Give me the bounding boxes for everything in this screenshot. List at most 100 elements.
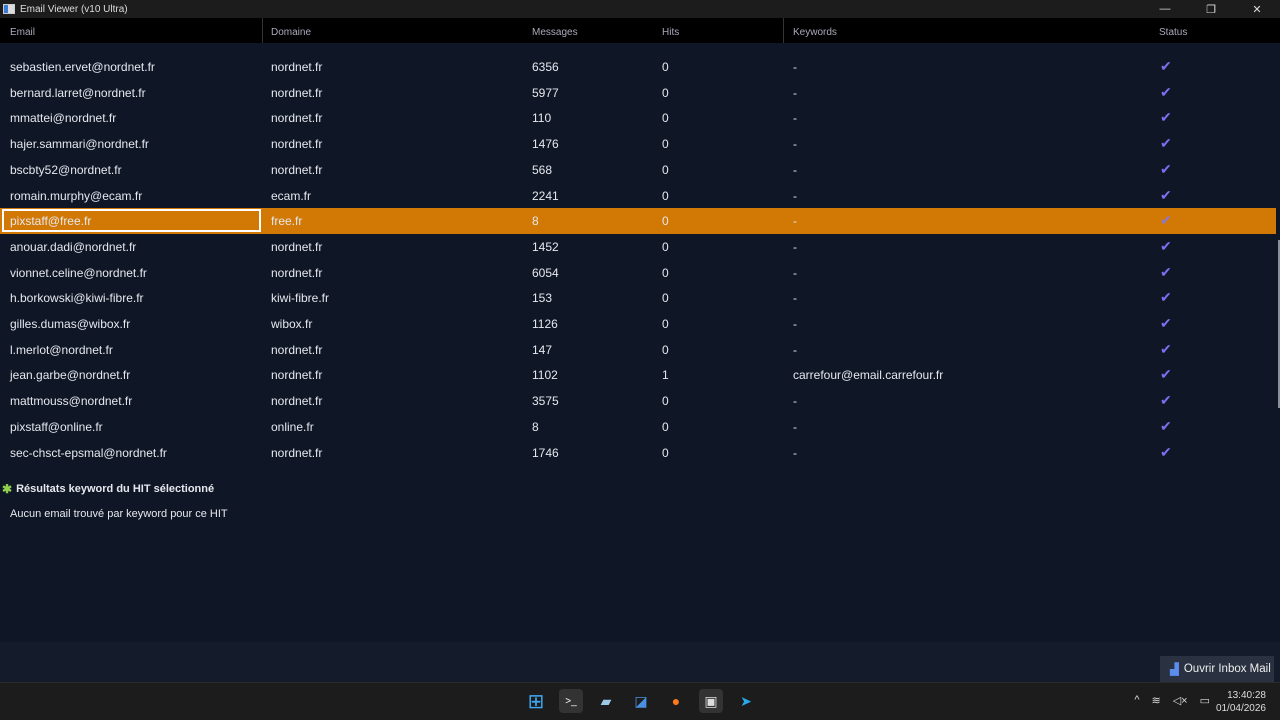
check-icon: ✔ xyxy=(1160,315,1172,331)
cell-keywords: - xyxy=(793,111,797,126)
column-divider[interactable] xyxy=(262,18,263,43)
cell-keywords: - xyxy=(793,394,797,409)
cell-domain: nordnet.fr xyxy=(271,137,323,152)
cell-hits: 0 xyxy=(662,111,669,126)
table-row[interactable]: pixstaff@free.fr free.fr 8 0 - ✔ xyxy=(0,208,1276,234)
check-icon: ✔ xyxy=(1160,58,1172,74)
open-inbox-button[interactable]: ▟ Ouvrir Inbox Mail xyxy=(1160,656,1274,682)
cell-messages: 1102 xyxy=(532,368,558,383)
bottom-bar xyxy=(0,642,1280,682)
title-bar: Email Viewer (v10 Ultra) — ❐ ✕ xyxy=(0,0,1280,18)
cell-messages: 1126 xyxy=(532,317,558,331)
table-row[interactable]: h.borkowski@kiwi-fibre.fr kiwi-fibre.fr 15… xyxy=(0,285,1276,311)
cell-domain: nordnet.fr xyxy=(271,85,323,100)
battery-icon[interactable]: ▭ xyxy=(1200,694,1210,707)
cell-messages: 1746 xyxy=(532,445,559,460)
column-header-status[interactable]: Status xyxy=(1159,27,1187,38)
close-button[interactable]: ✕ xyxy=(1234,0,1280,18)
table-row[interactable]: jean.garbe@nordnet.fr nordnet.fr 1102 1 carr… xyxy=(0,362,1276,388)
cell-keywords: - xyxy=(793,291,797,306)
check-icon: ✔ xyxy=(1160,443,1172,460)
cell-domain: nordnet.fr xyxy=(271,239,323,254)
check-icon: ✔ xyxy=(1160,160,1172,177)
keyword-results-header: ✱ Résultats keyword du HIT sélectionné xyxy=(2,482,214,496)
clock[interactable]: 13:40:28 01/04/2026 xyxy=(1216,689,1266,715)
cell-hits: 1 xyxy=(662,368,669,383)
cell-domain: free.fr xyxy=(271,214,303,229)
cell-hits: 0 xyxy=(662,291,669,306)
column-header-domain[interactable]: Domaine xyxy=(271,27,311,38)
cell-messages: 8 xyxy=(532,419,539,434)
column-header-messages[interactable]: Messages xyxy=(532,27,578,38)
table-row[interactable]: gilles.dumas@wibox.fr wibox.fr 1126 0 - ✔ xyxy=(0,311,1276,337)
cell-messages: 568 xyxy=(532,162,553,177)
email-table: sebastien.ervet@nordnet.fr nordnet.fr 6356… xyxy=(0,43,1276,478)
cell-domain: nordnet.fr xyxy=(271,342,323,357)
check-icon: ✔ xyxy=(1160,83,1172,100)
cell-keywords: - xyxy=(793,239,797,254)
cell-messages: 147 xyxy=(532,342,553,357)
windows-start-icon[interactable]: ⊞ xyxy=(524,689,548,713)
panel-title: Résultats keyword du HIT sélectionné xyxy=(16,483,215,495)
cell-keywords: - xyxy=(793,419,797,434)
cell-domain: nordnet.fr xyxy=(271,111,323,126)
table-row[interactable]: bscbty52@nordnet.fr nordnet.fr 568 0 - ✔ xyxy=(0,157,1276,183)
cell-hits: 0 xyxy=(662,60,669,74)
cell-domain: online.fr xyxy=(271,419,314,434)
minimize-button[interactable]: — xyxy=(1142,0,1188,18)
cell-hits: 0 xyxy=(662,214,669,229)
cell-keywords: - xyxy=(793,60,797,74)
cell-domain: nordnet.fr xyxy=(271,368,323,383)
table-row[interactable]: sebastien.ervet@nordnet.fr nordnet.fr 6356… xyxy=(0,54,1276,80)
table-row[interactable]: mmattei@nordnet.fr nordnet.fr 110 0 - ✔ xyxy=(0,105,1276,131)
cell-messages: 1452 xyxy=(532,239,559,254)
firefox-icon[interactable]: ● xyxy=(664,689,688,713)
check-icon: ✔ xyxy=(1160,212,1172,229)
chevron-up-icon[interactable]: ^ xyxy=(1134,694,1139,707)
wifi-icon[interactable]: ≋ xyxy=(1151,694,1160,707)
notepad-icon[interactable]: ▰ xyxy=(594,689,618,713)
table-row[interactable]: pixstaff@online.fr online.fr 8 0 - ✔ xyxy=(0,414,1276,440)
cell-domain: nordnet.fr xyxy=(271,162,323,177)
cell-email: bernard.larret@nordnet.fr xyxy=(10,85,146,100)
column-header-hits[interactable]: Hits xyxy=(662,27,679,38)
table-row[interactable]: l.merlot@nordnet.fr nordnet.fr 147 0 - ✔ xyxy=(0,337,1276,363)
open-inbox-label: Ouvrir Inbox Mail xyxy=(1183,663,1271,675)
email-viewer-taskbar-icon[interactable]: ▣ xyxy=(699,689,723,713)
cell-messages: 153 xyxy=(532,291,553,306)
table-row[interactable]: vionnet.celine@nordnet.fr nordnet.fr 6054 0… xyxy=(0,260,1276,286)
telegram-icon[interactable]: ➤ xyxy=(734,689,758,713)
cell-domain: nordnet.fr xyxy=(271,445,323,460)
cell-keywords: - xyxy=(793,188,797,203)
column-header-email[interactable]: Email xyxy=(10,27,35,38)
cell-hits: 0 xyxy=(662,137,669,152)
check-icon: ✔ xyxy=(1160,263,1172,280)
cell-email: romain.murphy@ecam.fr xyxy=(10,188,143,203)
check-icon: ✔ xyxy=(1160,417,1172,434)
window-title: Email Viewer (v10 Ultra) xyxy=(20,3,128,15)
cell-email: sebastien.ervet@nordnet.fr xyxy=(10,60,155,74)
maximize-button[interactable]: ❐ xyxy=(1188,0,1234,18)
cell-domain: nordnet.fr xyxy=(271,265,323,280)
table-row[interactable]: bernard.larret@nordnet.fr nordnet.fr 5977 0… xyxy=(0,80,1276,106)
cell-email: bscbty52@nordnet.fr xyxy=(10,162,122,177)
clock-date: 01/04/2026 xyxy=(1215,703,1266,714)
table-row[interactable]: hajer.sammari@nordnet.fr nordnet.fr 1476 0 -… xyxy=(0,131,1276,157)
table-row[interactable]: mattmouss@nordnet.fr nordnet.fr 3575 0 - ✔ xyxy=(0,388,1276,414)
column-divider[interactable] xyxy=(783,18,784,43)
table-row[interactable]: romain.murphy@ecam.fr ecam.fr 2241 0 - ✔ xyxy=(0,183,1276,209)
cell-email: hajer.sammari@nordnet.fr xyxy=(10,137,149,152)
terminal-icon[interactable]: >_ xyxy=(559,689,583,713)
column-header-keywords[interactable]: Keywords xyxy=(793,27,837,38)
cell-messages: 6356 xyxy=(532,60,559,74)
cell-domain: wibox.fr xyxy=(271,317,313,331)
cell-messages: 110 xyxy=(532,111,552,126)
file-manager-icon[interactable]: ◪ xyxy=(629,689,653,713)
cell-email: anouar.dadi@nordnet.fr xyxy=(10,239,137,254)
cell-keywords: - xyxy=(793,342,797,357)
muted-speaker-icon[interactable]: ◁× xyxy=(1173,694,1188,707)
cell-email: mattmouss@nordnet.fr xyxy=(10,394,133,409)
cell-hits: 0 xyxy=(662,317,669,331)
table-row[interactable]: sec-chsct-epsmal@nordnet.fr nordnet.fr 174… xyxy=(0,440,1276,466)
table-row[interactable]: anouar.dadi@nordnet.fr nordnet.fr 1452 0 - ✔ xyxy=(0,234,1276,260)
